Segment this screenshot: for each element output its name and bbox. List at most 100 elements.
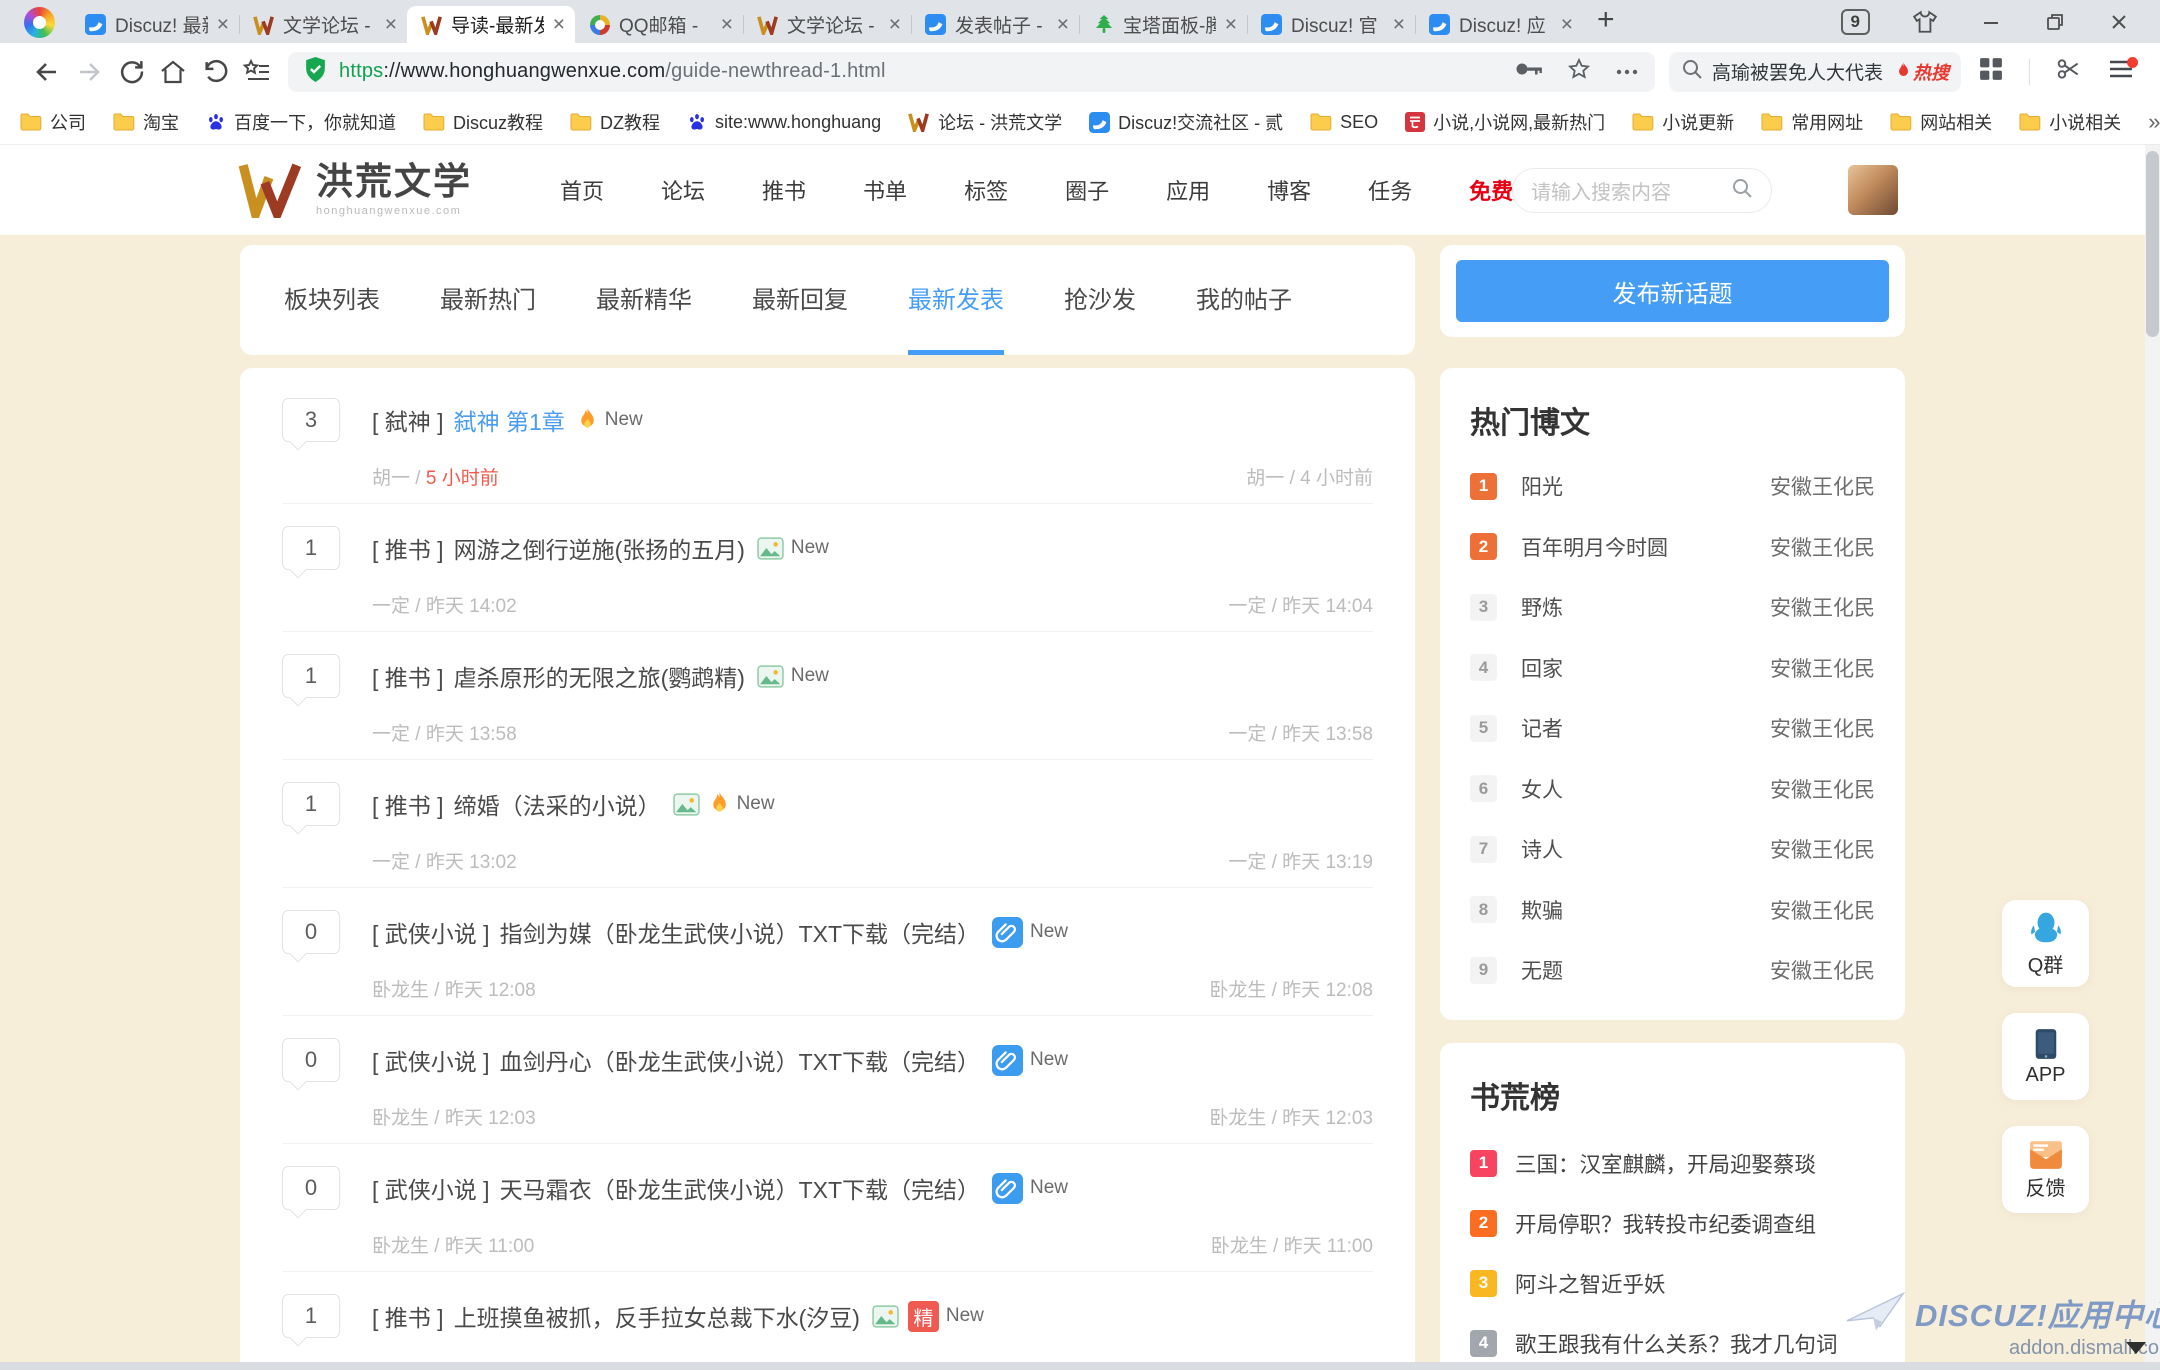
home-button[interactable]: [152, 51, 194, 93]
bookmark-item[interactable]: Discuz!交流社区 - 贰: [1089, 109, 1283, 135]
site-logo[interactable]: 洪荒文学 honghuangwenxue.com: [238, 162, 472, 218]
thread-category[interactable]: [ 推书 ]: [372, 1299, 444, 1333]
tab-close-icon[interactable]: ×: [1393, 14, 1405, 35]
bookmark-folder[interactable]: DZ教程: [570, 109, 660, 135]
watermark-collapse-caret[interactable]: [2126, 1342, 2146, 1354]
browser-tab[interactable]: Discuz! 应×: [1415, 6, 1583, 43]
password-key-icon[interactable]: [1515, 61, 1543, 82]
author-link[interactable]: 卧龙生: [1209, 980, 1266, 1001]
author-link[interactable]: 胡一: [372, 468, 410, 489]
bookmark-folder[interactable]: 小说相关: [2019, 109, 2121, 135]
author-link[interactable]: 一定: [372, 724, 410, 745]
blog-title-link[interactable]: 无题: [1521, 955, 1563, 985]
forward-button[interactable]: [68, 51, 110, 93]
float-button-Q群[interactable]: Q群: [2002, 900, 2089, 987]
thread-category[interactable]: [ 武侠小说 ]: [372, 1043, 490, 1077]
reply-count-bubble[interactable]: 0: [282, 1166, 340, 1210]
bookmark-star-icon[interactable]: [1567, 57, 1591, 86]
reply-count-bubble[interactable]: 1: [282, 782, 340, 826]
author-link[interactable]: 一定: [1228, 724, 1266, 745]
reply-count-bubble[interactable]: 1: [282, 526, 340, 570]
blog-title-link[interactable]: 记者: [1521, 713, 1563, 743]
site-search-input[interactable]: 请输入搜索内容: [1512, 168, 1772, 213]
tab-close-icon[interactable]: ×: [217, 14, 229, 35]
nav-item-标签[interactable]: 标签: [964, 174, 1008, 206]
bookmark-folder[interactable]: 小说更新: [1632, 109, 1734, 135]
blog-title-link[interactable]: 阳光: [1521, 471, 1563, 501]
bookmark-item[interactable]: site:www.honghuang: [687, 112, 881, 133]
blog-author-link[interactable]: 安徽王化民: [1770, 532, 1875, 562]
thread-title-link[interactable]: 缔婚（法采的小说）: [454, 787, 661, 821]
tab-close-icon[interactable]: ×: [553, 14, 565, 35]
nav-item-论坛[interactable]: 论坛: [661, 174, 705, 206]
quick-search-box[interactable]: 高瑜被罢免人大代表 热搜: [1669, 52, 1961, 92]
reply-count-bubble[interactable]: 3: [282, 398, 340, 442]
thread-category[interactable]: [ 推书 ]: [372, 787, 444, 821]
float-button-APP[interactable]: APP: [2002, 1013, 2089, 1100]
new-tab-button[interactable]: +: [1597, 5, 1615, 35]
blog-author-link[interactable]: 安徽王化民: [1770, 653, 1875, 683]
browser-tab-active[interactable]: 导读-最新发×: [407, 6, 575, 43]
url-text[interactable]: https://www.honghuangwenxue.com/guide-ne…: [339, 60, 886, 83]
browser-tab[interactable]: QQ邮箱 -×: [575, 6, 743, 43]
scrollbar-thumb[interactable]: [2146, 151, 2159, 337]
thread-category[interactable]: [ 推书 ]: [372, 659, 444, 693]
browser-tab[interactable]: 发表帖子 -×: [911, 6, 1079, 43]
bookmarks-overflow-chevron[interactable]: »: [2148, 109, 2160, 135]
blog-author-link[interactable]: 安徽王化民: [1770, 471, 1875, 501]
blog-title-link[interactable]: 欺骗: [1521, 895, 1563, 925]
more-actions-icon[interactable]: [1615, 63, 1639, 81]
blog-author-link[interactable]: 安徽王化民: [1770, 713, 1875, 743]
author-link[interactable]: 一定: [372, 852, 410, 873]
address-bar[interactable]: https://www.honghuangwenxue.com/guide-ne…: [288, 52, 1655, 92]
bookmark-item[interactable]: 论坛 - 洪荒文学: [908, 109, 1062, 135]
restore-button[interactable]: [2044, 11, 2066, 33]
thread-title-link[interactable]: 上班摸鱼被抓，反手拉女总裁下水(汐豆): [454, 1299, 860, 1333]
thread-title-link[interactable]: 弑神 第1章: [454, 403, 565, 437]
back-button[interactable]: [26, 51, 68, 93]
apps-grid-icon[interactable]: [1979, 57, 2003, 86]
thread-category[interactable]: [ 弑神 ]: [372, 403, 444, 437]
book-title-link[interactable]: 歌王跟我有什么关系？我才几句词: [1515, 1328, 1838, 1359]
reply-count-bubble[interactable]: 0: [282, 910, 340, 954]
nav-item-推书[interactable]: 推书: [762, 174, 806, 206]
author-link[interactable]: 一定: [372, 596, 410, 617]
bookmark-item[interactable]: 小说,小说网,最新热门: [1405, 109, 1605, 135]
reply-count-bubble[interactable]: 1: [282, 1294, 340, 1338]
nav-item-博客[interactable]: 博客: [1267, 174, 1311, 206]
tab-close-icon[interactable]: ×: [1225, 14, 1237, 35]
tab-count-badge[interactable]: 9: [1841, 9, 1870, 35]
close-window-button[interactable]: [2108, 11, 2130, 33]
thread-title-link[interactable]: 天马霜衣（卧龙生武侠小说）TXT下载（完结）: [500, 1171, 980, 1205]
browser-tab[interactable]: Discuz! 官×: [1247, 6, 1415, 43]
bookmark-folder[interactable]: 网站相关: [1890, 109, 1992, 135]
forum-tab-板块列表[interactable]: 板块列表: [284, 245, 380, 355]
nav-item-任务[interactable]: 任务: [1368, 174, 1412, 206]
author-link[interactable]: 卧龙生: [372, 1236, 429, 1257]
author-link[interactable]: 卧龙生: [1211, 1236, 1268, 1257]
bookmark-folder[interactable]: 常用网址: [1761, 109, 1863, 135]
restore-closed-tab-button[interactable]: [194, 51, 236, 93]
blog-author-link[interactable]: 安徽王化民: [1770, 895, 1875, 925]
forum-tab-最新精华[interactable]: 最新精华: [596, 245, 692, 355]
thread-title-link[interactable]: 指剑为媒（卧龙生武侠小说）TXT下载（完结）: [500, 915, 980, 949]
nav-item-应用[interactable]: 应用: [1166, 174, 1210, 206]
bookmark-folder[interactable]: 淘宝: [113, 109, 179, 135]
forum-tab-最新发表[interactable]: 最新发表: [908, 245, 1004, 355]
hot-search-tag[interactable]: 热搜: [1896, 59, 1949, 85]
thread-category[interactable]: [ 推书 ]: [372, 531, 444, 565]
book-title-link[interactable]: 阿斗之智近乎妖: [1515, 1268, 1666, 1299]
forum-tab-最新回复[interactable]: 最新回复: [752, 245, 848, 355]
favorites-bar-icon[interactable]: [236, 51, 278, 93]
reply-count-bubble[interactable]: 0: [282, 1038, 340, 1082]
bookmark-folder[interactable]: 公司: [20, 109, 86, 135]
blog-title-link[interactable]: 百年明月今时圆: [1521, 532, 1668, 562]
forum-tab-我的帖子[interactable]: 我的帖子: [1196, 245, 1292, 355]
user-avatar[interactable]: [1848, 165, 1898, 215]
blog-author-link[interactable]: 安徽王化民: [1770, 955, 1875, 985]
thread-title-link[interactable]: 虐杀原形的无限之旅(鹦鹉精): [454, 659, 745, 693]
thread-title-link[interactable]: 网游之倒行逆施(张扬的五月): [454, 531, 745, 565]
browser-tab[interactable]: Discuz! 最新×: [71, 6, 239, 43]
tab-close-icon[interactable]: ×: [889, 14, 901, 35]
browser-menu-icon[interactable]: [2108, 58, 2134, 85]
